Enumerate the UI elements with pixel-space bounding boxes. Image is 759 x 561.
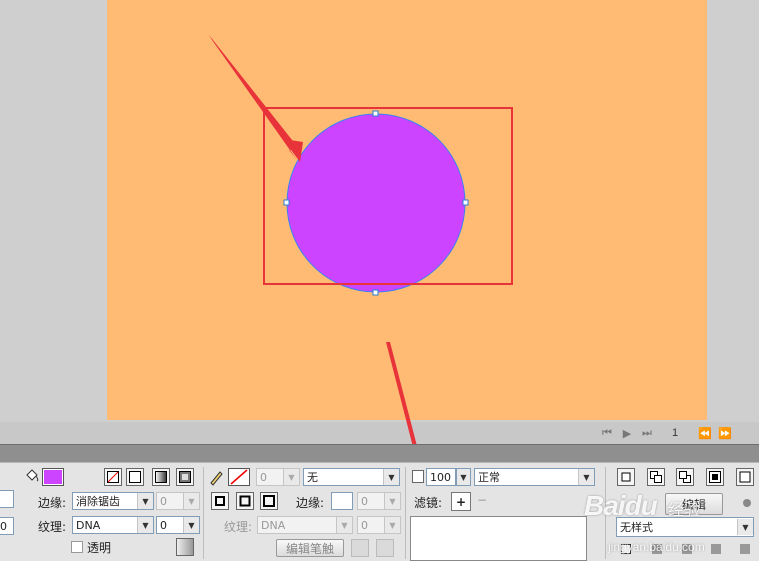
edit-brush-label: 编辑笔触 [285,541,334,556]
fill-edge-amount-value: 0 [160,494,167,508]
left-cut-value: 0 [0,519,7,533]
fill-edge-select[interactable]: 消除锯齿 ▼ [72,492,154,510]
arrange-front-button[interactable] [617,468,635,486]
stroke-edge-amount-value: 0 [361,494,368,508]
chevron-down-icon: ▼ [457,469,470,485]
stroke-texture-amount-value: 0 [361,518,368,532]
arrange-extra-button[interactable] [736,468,754,486]
style-options-icon[interactable] [741,497,753,512]
transparent-checkbox[interactable] [71,541,83,553]
add-filter-button[interactable]: + [451,492,471,511]
fill-texture-label: 纹理: [38,520,67,534]
chevron-down-icon: ▼ [183,517,199,533]
chevron-down-icon: ▼ [283,469,299,485]
chevron-down-icon: ▼ [137,493,153,509]
transparent-label: 透明 [87,541,112,555]
style-icon-4[interactable] [711,544,721,554]
first-page-icon[interactable]: ⏮ [600,426,614,440]
fill-edge-label: 边缘: [38,496,67,510]
save-brush-icon[interactable] [351,539,369,557]
fill-color-swatch [44,470,62,484]
section-separator [203,467,204,559]
left-cut-field-bottom[interactable]: 0 [0,517,14,535]
watermark-brand: Baidu [584,490,658,521]
rewind-icon[interactable]: ⏪ [698,426,712,440]
fill-edge-value: 消除锯齿 [76,495,120,508]
fill-pattern-button[interactable] [176,468,194,486]
opacity-value: 100 [430,470,451,484]
play-icon[interactable]: ▶ [620,426,634,440]
stroke-edge-amount[interactable]: 0 ▼ [357,492,401,510]
texture-preview-button[interactable] [176,538,194,556]
delete-brush-icon[interactable] [376,539,394,557]
chevron-down-icon: ▼ [336,517,352,533]
opacity-field[interactable]: 100 [426,468,456,486]
arrange-forward-button[interactable] [647,468,665,486]
blend-mode-value: 正常 [478,471,500,484]
fill-none-button[interactable] [104,468,122,486]
last-page-icon[interactable]: ⏭ [640,426,654,440]
blend-mode-select[interactable]: 正常 ▼ [474,468,595,486]
stroke-size-field[interactable]: 0 ▼ [256,468,300,486]
stroke-style-value: 无 [307,471,318,484]
chevron-down-icon: ▼ [137,517,153,533]
page-navigation: ⏮ ▶ ⏭ 1 ⏪ ⏩ [600,423,759,443]
filter-label: 滤镜: [414,496,443,510]
plus-icon: + [455,494,467,509]
watermark-sub-brand: 经验 [668,502,701,519]
paint-bucket-icon [24,468,40,489]
fill-color-picker[interactable] [42,468,64,486]
chevron-down-icon: ▼ [383,469,399,485]
stroke-edge-label: 边缘: [296,496,325,510]
canvas-area [0,0,759,422]
chevron-down-icon: ▼ [384,493,400,509]
stroke-texture-label: 纹理: [224,520,253,534]
stroke-inside-button[interactable] [211,492,229,510]
stroke-size-value: 0 [260,470,267,484]
delete-style-icon[interactable] [740,544,750,554]
opacity-dropdown[interactable]: ▼ [456,468,471,486]
current-page-number: 1 [672,427,679,439]
chevron-down-icon: ▼ [183,493,199,509]
stroke-texture-amount[interactable]: 0 ▼ [357,516,401,534]
fill-solid-button[interactable] [126,468,144,486]
stage[interactable] [107,0,707,420]
panel-divider[interactable] [0,444,759,463]
arrange-backward-button[interactable] [676,468,694,486]
stroke-texture-select[interactable]: DNA ▼ [257,516,353,534]
remove-filter-button[interactable]: − [477,493,487,507]
opacity-icon [412,470,424,483]
chevron-down-icon: ▼ [384,517,400,533]
arrange-back-button[interactable] [706,468,724,486]
watermark-url: jingyan.baidu.com [608,540,705,554]
chevron-down-icon: ▼ [578,469,594,485]
fill-texture-amount[interactable]: 0 ▼ [156,516,200,534]
section-separator [405,467,406,559]
stroke-style-select[interactable]: 无 ▼ [303,468,400,486]
forward-icon[interactable]: ⏩ [718,426,732,440]
fill-texture-value: DNA [76,518,101,532]
edit-brush-button[interactable]: 编辑笔触 [276,539,344,557]
no-color-icon [230,469,248,485]
fill-edge-amount[interactable]: 0 ▼ [156,492,200,510]
pencil-icon [208,468,224,489]
fill-texture-select[interactable]: DNA ▼ [72,516,154,534]
stroke-edge-field[interactable] [331,492,353,510]
filter-list[interactable] [410,516,587,561]
fill-gradient-button[interactable] [152,468,170,486]
stroke-center-button[interactable] [236,492,254,510]
chevron-down-icon: ▼ [737,519,753,535]
stroke-color-picker[interactable] [228,468,250,486]
left-cut-field-top[interactable] [0,490,14,508]
stroke-outside-button[interactable] [260,492,278,510]
fill-texture-amount-value: 0 [160,518,167,532]
stroke-texture-value: DNA [261,518,286,532]
